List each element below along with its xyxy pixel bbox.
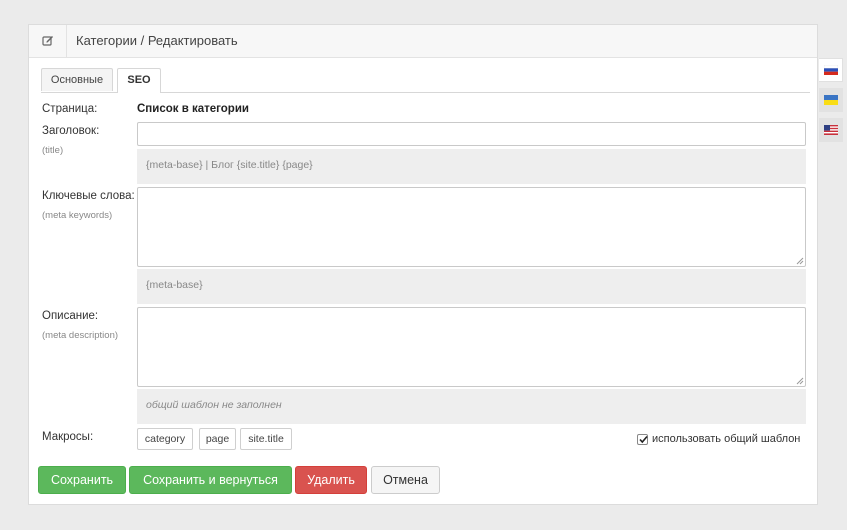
keywords-sublabel: (meta keywords) xyxy=(42,210,113,221)
edit-icon xyxy=(29,25,67,57)
page-label: Страница: xyxy=(42,103,98,115)
resize-handle-icon[interactable] xyxy=(796,257,804,265)
tab-bar: Основные SEO xyxy=(41,68,810,93)
russia-flag-icon xyxy=(823,65,838,75)
title-template-hint: {meta-base} | Блог {site.title} {page} xyxy=(137,149,806,184)
save-button[interactable]: Сохранить xyxy=(38,466,126,494)
keywords-template-hint: {meta-base} xyxy=(137,269,806,304)
description-label: Описание: xyxy=(42,310,99,322)
checkmark-icon xyxy=(639,435,648,443)
macro-site-title-button[interactable]: site.title xyxy=(240,428,292,450)
title-input[interactable] xyxy=(137,122,806,146)
macros-label: Макросы: xyxy=(42,431,94,443)
edit-panel: Категории / Редактировать Основные SEO С… xyxy=(28,24,818,505)
keywords-label: Ключевые слова: xyxy=(42,190,135,202)
title-sublabel: (title) xyxy=(42,145,64,156)
title-label: Заголовок: xyxy=(42,125,100,137)
language-tab-en[interactable] xyxy=(819,118,843,142)
description-sublabel: (meta description) xyxy=(42,330,119,341)
use-common-template-option[interactable]: использовать общий шаблон xyxy=(637,432,800,446)
ukraine-flag-icon xyxy=(824,95,838,105)
cancel-button[interactable]: Отмена xyxy=(371,466,440,494)
keywords-textarea[interactable] xyxy=(137,187,806,267)
language-tab-uk[interactable] xyxy=(819,88,843,112)
resize-handle-icon[interactable] xyxy=(796,377,804,385)
panel-header: Категории / Редактировать xyxy=(29,25,817,58)
use-common-template-label: использовать общий шаблон xyxy=(652,433,801,445)
page-value: Список в категории xyxy=(137,103,249,115)
description-textarea[interactable] xyxy=(137,307,806,387)
save-and-return-button[interactable]: Сохранить и вернуться xyxy=(129,466,292,494)
macro-category-button[interactable]: category xyxy=(137,428,193,450)
tab-seo[interactable]: SEO xyxy=(117,68,161,93)
language-tab-ru[interactable] xyxy=(819,58,843,82)
tab-main[interactable]: Основные xyxy=(41,68,113,91)
delete-button[interactable]: Удалить xyxy=(295,466,367,494)
usa-flag-icon xyxy=(824,125,838,135)
page-title: Категории / Редактировать xyxy=(76,33,238,48)
use-common-template-checkbox[interactable] xyxy=(637,433,648,445)
macro-page-button[interactable]: page xyxy=(199,428,236,450)
description-template-hint: общий шаблон не заполнен xyxy=(137,389,806,424)
